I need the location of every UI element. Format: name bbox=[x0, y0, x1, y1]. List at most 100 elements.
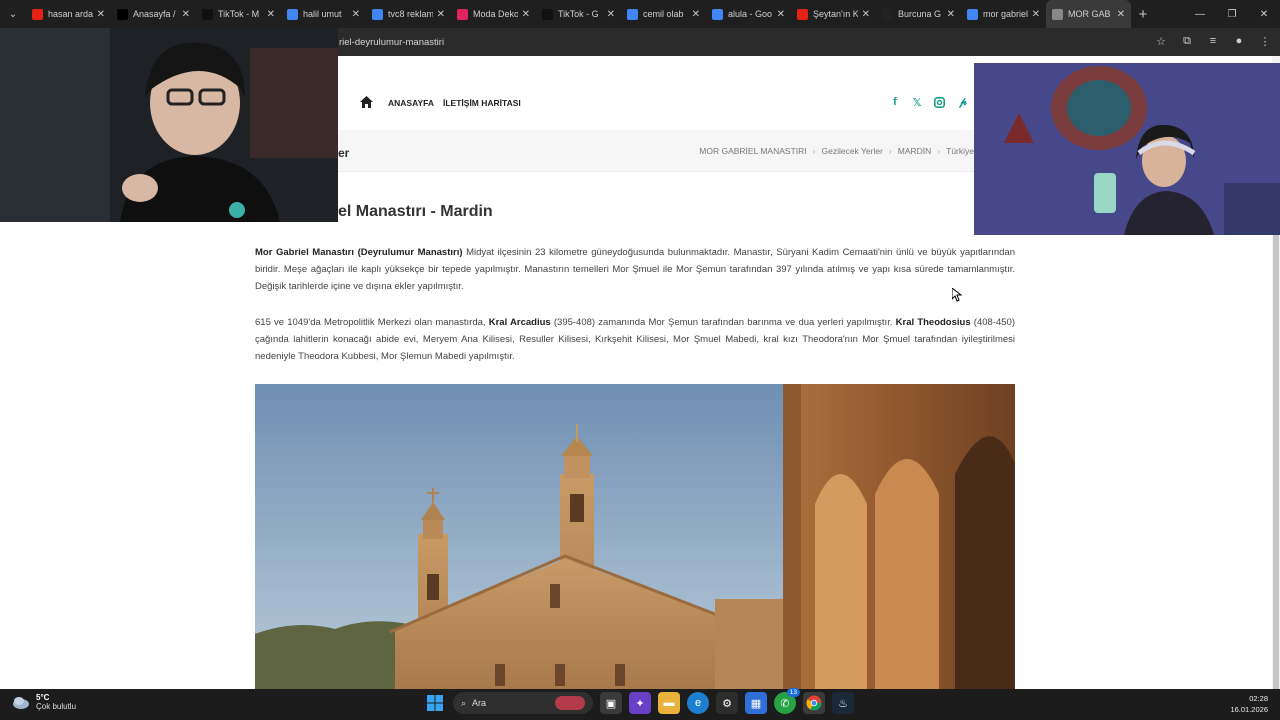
paragraph-text: 615 ve 1049'da Metropolitlik Merkezi ola… bbox=[255, 317, 489, 328]
breadcrumb-separator-icon: › bbox=[812, 146, 816, 156]
nav-home-link[interactable]: ANASAYFA bbox=[388, 98, 434, 108]
tab-favicon-icon bbox=[202, 8, 213, 20]
file-explorer-icon[interactable]: ▬ bbox=[658, 692, 680, 714]
browser-tab[interactable]: halil umut ✕ bbox=[281, 0, 366, 28]
taskbar-apps: ⌕ Ara ▣ ✦ ▬ e ⚙ ▦ ✆ 13 ♨ bbox=[424, 688, 854, 714]
windows-start-icon[interactable] bbox=[424, 692, 446, 714]
chrome-icon[interactable] bbox=[803, 692, 825, 714]
steam-icon[interactable]: ♨ bbox=[832, 692, 854, 714]
pinterest-icon[interactable]: 𝓅 bbox=[956, 95, 970, 109]
tab-close-icon[interactable]: ✕ bbox=[1117, 9, 1125, 20]
tab-favicon-icon bbox=[117, 8, 128, 20]
facebook-icon[interactable]: f bbox=[888, 95, 902, 109]
page-title: el Manastırı - Mardin bbox=[338, 203, 493, 220]
tab-favicon-icon bbox=[967, 8, 978, 20]
home-icon[interactable] bbox=[360, 96, 373, 108]
tab-title: TikTok - G bbox=[558, 9, 599, 19]
browser-tab[interactable]: tvc8 reklam ✕ bbox=[366, 0, 451, 28]
tab-close-icon[interactable]: ✕ bbox=[97, 9, 105, 20]
tab-title: MOR GAB bbox=[1068, 9, 1111, 19]
tab-favicon-icon bbox=[627, 8, 638, 20]
copilot-icon[interactable]: ✦ bbox=[629, 692, 651, 714]
breadcrumb-item[interactable]: Gezilecek Yerler bbox=[821, 146, 882, 156]
restore-icon[interactable]: ❐ bbox=[1216, 0, 1248, 28]
menu-kebab-icon[interactable]: ⋮ bbox=[1258, 32, 1272, 50]
tab-title: TikTok - M bbox=[218, 9, 260, 19]
monastery-photo bbox=[255, 384, 1015, 689]
tab-favicon-icon bbox=[542, 8, 553, 20]
instagram-icon[interactable] bbox=[932, 95, 946, 109]
paragraph-text: (395-408) zamanında Mor Şemun tarafından… bbox=[550, 317, 896, 328]
browser-tab[interactable]: alula - Goo ✕ bbox=[706, 0, 791, 28]
search-placeholder: Ara bbox=[472, 698, 487, 708]
close-window-icon[interactable]: ✕ bbox=[1248, 0, 1280, 28]
paragraph-history: 615 ve 1049'da Metropolitlik Merkezi ola… bbox=[255, 314, 1015, 365]
new-tab-button[interactable]: + bbox=[1131, 6, 1155, 23]
tab-title: cemil olab bbox=[643, 9, 684, 19]
weather-description: Çok bulutlu bbox=[36, 702, 77, 711]
window-controls: — ❐ ✕ bbox=[1184, 0, 1280, 28]
tab-close-icon[interactable]: ✕ bbox=[607, 9, 615, 20]
paragraph-intro: Mor Gabriel Manastırı (Deyrulumur Manast… bbox=[255, 244, 1015, 295]
tab-favicon-icon bbox=[372, 8, 383, 20]
tab-title: tvc8 reklam bbox=[388, 9, 433, 19]
tab-close-icon[interactable]: ✕ bbox=[947, 9, 955, 20]
tab-search-icon[interactable]: ⌄ bbox=[0, 0, 26, 28]
tab-close-icon[interactable]: ✕ bbox=[692, 9, 700, 20]
profile-avatar-icon[interactable]: ● bbox=[1232, 32, 1246, 50]
tab-favicon-icon bbox=[457, 8, 468, 20]
tab-close-icon[interactable]: ✕ bbox=[182, 9, 190, 20]
settings-icon[interactable]: ⚙ bbox=[716, 692, 738, 714]
tab-close-icon[interactable]: ✕ bbox=[1032, 9, 1040, 20]
tab-favicon-icon bbox=[797, 8, 808, 20]
tab-title: mor gabriel bbox=[983, 9, 1028, 19]
browser-tab[interactable]: TikTok - G ✕ bbox=[536, 0, 621, 28]
browser-tab[interactable]: mor gabriel ✕ bbox=[961, 0, 1046, 28]
taskbar-search-input[interactable]: ⌕ Ara bbox=[453, 692, 593, 714]
breadcrumb-item[interactable]: MOR GABRİEL MANASTIRI bbox=[699, 146, 806, 156]
mouse-cursor-icon bbox=[952, 288, 962, 302]
tab-close-icon[interactable]: ✕ bbox=[352, 9, 360, 20]
browser-tab[interactable]: Moda Deko ✕ bbox=[451, 0, 536, 28]
tab-favicon-icon bbox=[712, 8, 723, 20]
browser-tab-strip: ⌄ hasan arda ✕ Anasayfa / ✕ TikTok - M ✕ halil… bbox=[0, 0, 1280, 28]
temperature: 5°C bbox=[36, 693, 50, 702]
tab-close-icon[interactable]: ✕ bbox=[777, 9, 785, 20]
browser-tab[interactable]: MOR GAB ✕ bbox=[1046, 0, 1131, 28]
media-control-icon[interactable]: ≡ bbox=[1206, 32, 1220, 50]
breadcrumb-item[interactable]: MARDİN bbox=[898, 146, 932, 156]
nav-map-link[interactable]: İLETİŞİM HARİTASI bbox=[443, 98, 521, 108]
edge-icon[interactable]: e bbox=[687, 692, 709, 714]
x-icon[interactable]: 𝕏 bbox=[910, 95, 924, 109]
minimize-icon[interactable]: — bbox=[1184, 0, 1216, 28]
browser-tab[interactable]: hasan arda ✕ bbox=[26, 0, 111, 28]
monastery-name: Mor Gabriel Manastırı (Deyrulumur Manast… bbox=[255, 247, 463, 258]
browser-tab[interactable]: cemil olab ✕ bbox=[621, 0, 706, 28]
extensions-icon[interactable]: ⧉ bbox=[1180, 32, 1194, 50]
weather-widget[interactable]: 5°C Çok bulutlu bbox=[12, 693, 76, 711]
browser-tab[interactable]: Burcuna G ✕ bbox=[876, 0, 961, 28]
tab-close-icon[interactable]: ✕ bbox=[267, 9, 275, 20]
tab-favicon-icon bbox=[32, 8, 43, 20]
tab-close-icon[interactable]: ✕ bbox=[522, 9, 530, 20]
bookmark-star-icon[interactable]: ☆ bbox=[1154, 32, 1168, 50]
notification-badge: 13 bbox=[786, 688, 800, 697]
breadcrumb-item[interactable]: Türkiye bbox=[946, 146, 974, 156]
url-text[interactable]: riel-deyrulumur-manastiri bbox=[339, 37, 444, 48]
king-name: Kral Theodosius bbox=[895, 317, 971, 328]
streamer-webcam-right bbox=[974, 63, 1280, 235]
system-clock[interactable]: 02:28 16.01.2026 bbox=[1230, 693, 1268, 715]
tab-favicon-icon bbox=[1052, 8, 1063, 20]
tab-title: Şeytan'ın K bbox=[813, 9, 858, 19]
whatsapp-icon[interactable]: ✆ 13 bbox=[774, 688, 800, 714]
store-icon[interactable]: ▦ bbox=[745, 692, 767, 714]
breadcrumb-separator-icon: › bbox=[888, 146, 892, 156]
search-highlight-icon bbox=[555, 696, 585, 710]
browser-tab[interactable]: Anasayfa / ✕ bbox=[111, 0, 196, 28]
tab-title: Moda Deko bbox=[473, 9, 518, 19]
browser-tab[interactable]: TikTok - M ✕ bbox=[196, 0, 281, 28]
task-view-icon[interactable]: ▣ bbox=[600, 692, 622, 714]
browser-tab[interactable]: Şeytan'ın K ✕ bbox=[791, 0, 876, 28]
tab-close-icon[interactable]: ✕ bbox=[862, 9, 870, 20]
tab-close-icon[interactable]: ✕ bbox=[437, 9, 445, 20]
